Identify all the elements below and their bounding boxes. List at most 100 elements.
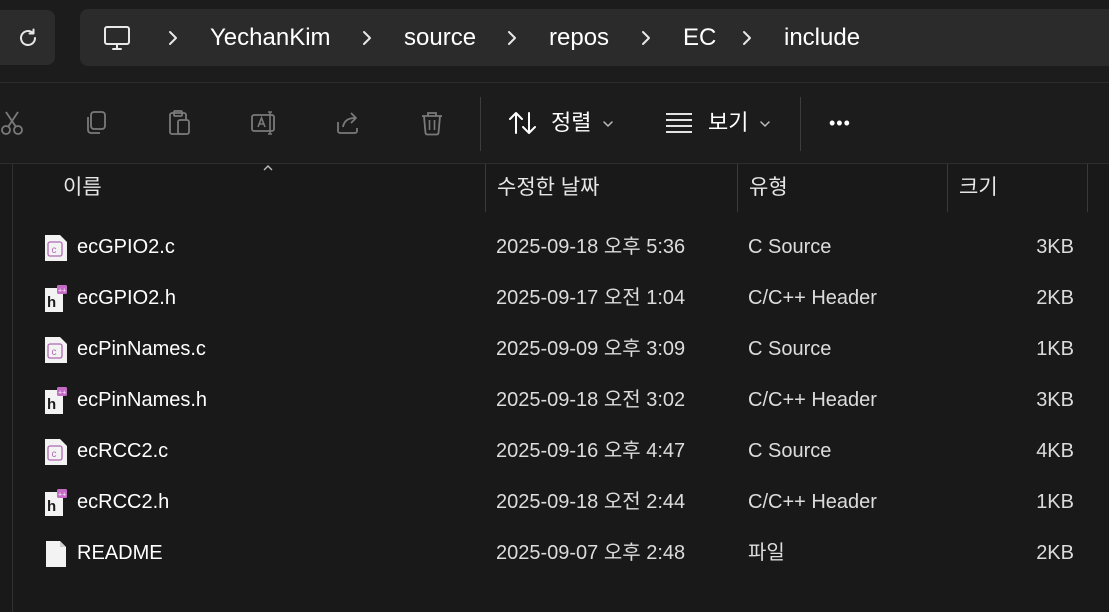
file-row[interactable]: README 2025-09-07 오후 2:48 파일 2KB [30, 528, 1100, 579]
c-source-file-icon: c [45, 337, 67, 363]
file-name[interactable]: ecPinNames.c [77, 324, 206, 375]
column-divider[interactable] [947, 164, 948, 212]
file-type: C Source [748, 236, 832, 258]
copy-icon [87, 111, 106, 134]
breadcrumb-item-ec[interactable]: EC [683, 9, 716, 66]
file-row[interactable]: h ++ ecGPIO2.h 2025-09-17 오전 1:04 C/C++ … [30, 273, 1100, 324]
refresh-icon [19, 28, 36, 46]
file-date: 2025-09-16 오후 4:47 [496, 440, 686, 462]
refresh-button[interactable] [0, 10, 55, 65]
chevron-right-icon[interactable] [163, 28, 183, 48]
paste-icon [169, 110, 190, 135]
file-size: 1KB [1036, 338, 1074, 360]
column-divider[interactable] [1087, 164, 1088, 212]
toolbar-divider [800, 97, 801, 151]
file-type: C/C++ Header [748, 389, 877, 411]
file-type: C/C++ Header [748, 491, 877, 513]
toolbar-divider [480, 97, 481, 151]
file-date: 2025-09-17 오전 1:04 [496, 287, 686, 309]
chevron-right-icon[interactable] [502, 28, 522, 48]
svg-text:++: ++ [58, 390, 66, 397]
header-file-icon: h ++ [45, 387, 67, 414]
column-header-size[interactable]: 크기 [959, 164, 998, 212]
svg-text:++: ++ [58, 288, 66, 295]
file-name[interactable]: ecRCC2.c [77, 426, 168, 477]
file-size: 3KB [1036, 236, 1074, 258]
breadcrumb-item-include[interactable]: include [784, 9, 860, 66]
share-icon [337, 112, 358, 134]
chevron-right-icon[interactable] [357, 28, 377, 48]
sort-button[interactable] [503, 103, 543, 143]
file-date: 2025-09-09 오후 3:09 [496, 338, 686, 360]
header-file-icon: h ++ [45, 489, 67, 516]
copy-button[interactable] [76, 103, 116, 143]
svg-text:c: c [52, 347, 57, 358]
file-date: 2025-09-18 오전 2:44 [496, 491, 686, 513]
file-date: 2025-09-18 오전 3:02 [496, 389, 686, 411]
file-type: C/C++ Header [748, 287, 877, 309]
file-name[interactable]: ecPinNames.h [77, 375, 207, 426]
file-name[interactable]: ecGPIO2.h [77, 273, 176, 324]
svg-text:c: c [52, 245, 57, 256]
c-source-file-icon: c [45, 439, 67, 465]
view-label[interactable]: 보기 [708, 83, 748, 163]
file-type: C Source [748, 338, 832, 360]
view-list-icon [666, 113, 692, 133]
column-header-name[interactable]: 이름 [63, 164, 102, 212]
navigation-pane-border [12, 164, 13, 612]
delete-button[interactable] [412, 103, 452, 143]
svg-text:c: c [52, 449, 57, 460]
file-type: C Source [748, 440, 832, 462]
breadcrumb[interactable]: YechanKim source repos EC include [80, 9, 1109, 66]
view-button[interactable] [659, 103, 699, 143]
cut-button[interactable] [0, 103, 32, 143]
header-file-icon: h ++ [45, 285, 67, 312]
column-divider[interactable] [737, 164, 738, 212]
sort-icon [509, 112, 536, 134]
breadcrumb-item-yechankim[interactable]: YechanKim [210, 9, 331, 66]
svg-text:h: h [47, 294, 56, 311]
paste-button[interactable] [160, 103, 200, 143]
sort-label[interactable]: 정렬 [551, 83, 591, 163]
generic-file-icon [46, 541, 66, 567]
file-size: 3KB [1036, 389, 1074, 411]
column-divider[interactable] [485, 164, 486, 212]
file-size: 4KB [1036, 440, 1074, 462]
chevron-right-icon[interactable] [636, 28, 656, 48]
column-header-date[interactable]: 수정한 날짜 [497, 164, 599, 212]
chevron-right-icon[interactable] [737, 28, 757, 48]
file-size: 2KB [1036, 542, 1074, 564]
svg-text:h: h [47, 396, 56, 413]
file-name[interactable]: ecGPIO2.c [77, 222, 175, 273]
column-header-type[interactable]: 유형 [749, 164, 788, 212]
file-row[interactable]: h ++ ecRCC2.h 2025-09-18 오전 2:44 C/C++ H… [30, 477, 1100, 528]
file-row[interactable]: c ecPinNames.c 2025-09-09 오후 3:09 C Sour… [30, 324, 1100, 375]
file-size: 1KB [1036, 491, 1074, 513]
file-row[interactable]: c ecRCC2.c 2025-09-16 오후 4:47 C Source 4… [30, 426, 1100, 477]
share-button[interactable] [328, 103, 368, 143]
file-type: 파일 [748, 542, 785, 564]
file-date: 2025-09-18 오후 5:36 [496, 236, 686, 258]
more-options-button[interactable]: ••• [829, 83, 851, 163]
file-name[interactable]: README [77, 528, 163, 579]
chevron-down-icon[interactable] [602, 120, 614, 128]
file-name[interactable]: ecRCC2.h [77, 477, 169, 528]
chevron-down-icon[interactable] [759, 120, 771, 128]
address-bar: YechanKim source repos EC include [0, 0, 1109, 83]
svg-text:++: ++ [58, 492, 66, 499]
breadcrumb-item-repos[interactable]: repos [549, 9, 609, 66]
file-list: 이름 수정한 날짜 유형 크기 c ecGPIO2.c 2025-09-18 오… [0, 164, 1109, 612]
delete-icon [422, 112, 442, 136]
command-bar: 정렬 보기 ••• [0, 83, 1109, 164]
file-row[interactable]: c ecGPIO2.c 2025-09-18 오후 5:36 C Source … [30, 222, 1100, 273]
sort-ascending-indicator-icon [263, 165, 273, 171]
svg-text:h: h [47, 498, 56, 515]
breadcrumb-item-source[interactable]: source [404, 9, 476, 66]
rename-icon [251, 111, 275, 135]
file-row[interactable]: h ++ ecPinNames.h 2025-09-18 오전 3:02 C/C… [30, 375, 1100, 426]
file-date: 2025-09-07 오후 2:48 [496, 542, 686, 564]
cut-icon [1, 111, 23, 135]
this-pc-icon[interactable] [102, 23, 132, 53]
rename-button[interactable] [244, 103, 284, 143]
c-source-file-icon: c [45, 235, 67, 261]
